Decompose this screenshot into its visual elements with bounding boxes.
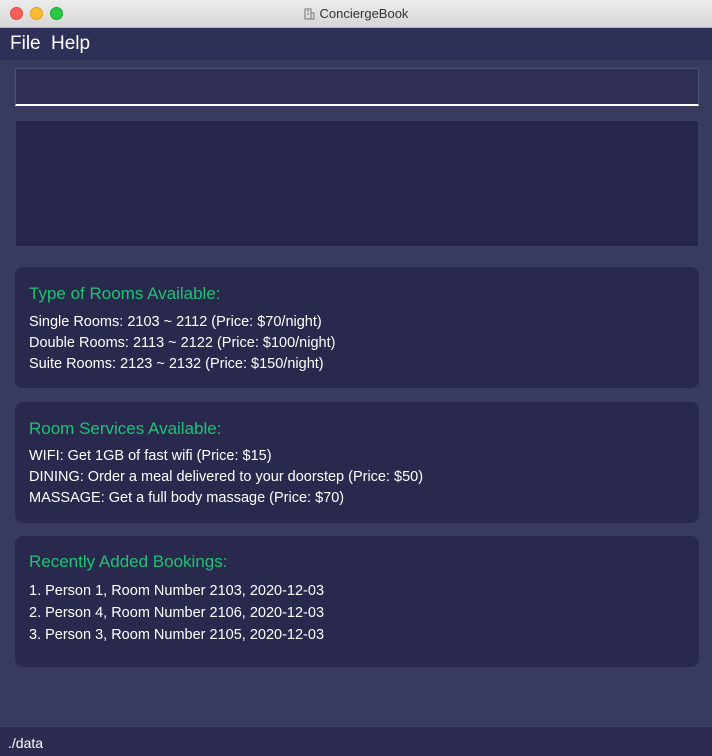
data-path-label: ./data [8,735,44,751]
booking-line: 1. Person 1, Room Number 2103, 2020-12-0… [29,583,325,599]
booking-line: 2. Person 4, Room Number 2106, 2020-12-0… [29,605,325,621]
command-box [15,68,699,106]
command-input[interactable] [16,69,698,104]
title-bar: ConciergeBook [0,0,712,28]
bookings-card: Recently Added Bookings: 1. Person 1, Ro… [15,536,699,667]
service-line: WIFI: Get 1GB of fast wifi (Price: $15) [29,448,272,464]
menu-help[interactable]: Help [51,33,90,55]
menu-file[interactable]: File [10,33,41,55]
bookings-title: Recently Added Bookings: [29,552,228,571]
services-title: Room Services Available: [29,419,222,438]
rooms-title: Type of Rooms Available: [29,284,221,303]
room-type-line: Double Rooms: 2113 ~ 2122 (Price: $100/n… [29,335,336,351]
rooms-card: Type of Rooms Available: Single Rooms: 2… [15,267,699,388]
room-type-line: Single Rooms: 2103 ~ 2112 (Price: $70/ni… [29,314,322,330]
result-display[interactable] [15,120,699,247]
menu-bar: File Help [0,28,712,60]
service-line: MASSAGE: Get a full body massage (Price:… [29,490,345,506]
status-bar: ./data [0,726,712,756]
booking-line: 3. Person 3, Room Number 2105, 2020-12-0… [29,627,325,643]
window-title: ConciergeBook [319,6,409,21]
services-card: Room Services Available: WIFI: Get 1GB o… [15,402,699,523]
service-line: DINING: Order a meal delivered to your d… [29,469,424,485]
building-icon [304,8,315,20]
room-type-line: Suite Rooms: 2123 ~ 2132 (Price: $150/ni… [29,356,324,372]
